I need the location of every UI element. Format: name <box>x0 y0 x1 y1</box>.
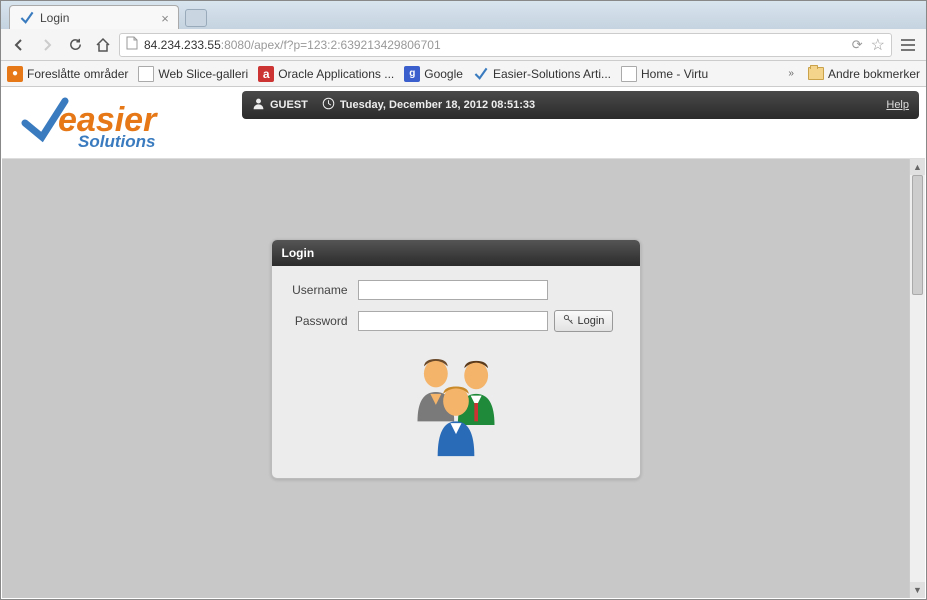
scroll-down-icon[interactable]: ▼ <box>910 582 925 598</box>
bookmarks-bar: ● Foreslåtte områder Web Slice-galleri a… <box>1 61 926 87</box>
username-input[interactable] <box>358 280 548 300</box>
bookmarks-overflow-button[interactable]: » <box>784 68 798 79</box>
password-label: Password <box>288 314 358 328</box>
bookmark-label: Web Slice-galleri <box>158 67 248 81</box>
main-area: Login Username Password Login <box>2 159 909 598</box>
user-icon <box>252 97 265 113</box>
back-button[interactable] <box>7 33 31 57</box>
app-header: easier Solutions GUEST Tuesday, December… <box>2 87 925 159</box>
browser-window: — ▭ ✕ Login × 84.234 <box>0 0 927 600</box>
other-bookmarks-folder[interactable]: Andre bokmerker <box>808 67 920 81</box>
login-button[interactable]: Login <box>554 310 614 332</box>
forward-button[interactable] <box>35 33 59 57</box>
logo: easier Solutions <box>2 87 242 158</box>
people-illustration <box>288 342 624 468</box>
user-label: GUEST <box>270 99 308 111</box>
chrome-menu-button[interactable] <box>896 33 920 57</box>
login-card-title: Login <box>272 240 640 266</box>
page-content: easier Solutions GUEST Tuesday, December… <box>2 87 925 598</box>
bookmark-icon <box>473 66 489 82</box>
scroll-thumb[interactable] <box>912 175 923 295</box>
username-label: Username <box>288 283 358 297</box>
datetime: Tuesday, December 18, 2012 08:51:33 <box>322 97 535 113</box>
login-card: Login Username Password Login <box>271 239 641 479</box>
bookmark-google[interactable]: g Google <box>404 66 463 82</box>
bookmark-webslice[interactable]: Web Slice-galleri <box>138 66 248 82</box>
bookmark-home-virtu[interactable]: Home - Virtu <box>621 66 708 82</box>
url-path: :8080/apex/f?p=123:2:639213429806701 <box>221 38 441 52</box>
folder-icon <box>808 67 824 80</box>
bookmark-label: Oracle Applications ... <box>278 67 394 81</box>
tab-favicon-icon <box>20 11 34 25</box>
browser-toolbar: 84.234.233.55:8080/apex/f?p=123:2:639213… <box>1 29 926 61</box>
refresh-in-omnibox-icon[interactable]: ⟳ <box>852 37 863 53</box>
bookmark-easier[interactable]: Easier-Solutions Arti... <box>473 66 611 82</box>
home-button[interactable] <box>91 33 115 57</box>
bookmark-label: Home - Virtu <box>641 67 708 81</box>
bookmark-foreslatte[interactable]: ● Foreslåtte områder <box>7 66 128 82</box>
key-icon <box>563 314 574 328</box>
bookmark-icon: a <box>258 66 274 82</box>
password-row: Password Login <box>288 310 624 332</box>
other-bookmarks-label: Andre bokmerker <box>828 67 920 81</box>
bookmark-star-icon[interactable]: ☆ <box>871 35 885 55</box>
reload-button[interactable] <box>63 33 87 57</box>
tab-title: Login <box>40 11 69 25</box>
tab-close-icon[interactable]: × <box>158 11 172 25</box>
bookmark-oracle[interactable]: a Oracle Applications ... <box>258 66 394 82</box>
new-tab-button[interactable] <box>185 9 207 27</box>
username-row: Username <box>288 280 624 300</box>
vertical-scrollbar[interactable]: ▲ ▼ <box>909 159 925 598</box>
scroll-up-icon[interactable]: ▲ <box>910 159 925 175</box>
tab-strip: Login × <box>1 1 926 29</box>
tab-login[interactable]: Login × <box>9 5 179 29</box>
bookmark-icon: ● <box>7 66 23 82</box>
bookmark-label: Foreslåtte områder <box>27 67 128 81</box>
datetime-text: Tuesday, December 18, 2012 08:51:33 <box>340 99 535 111</box>
document-icon <box>138 66 154 82</box>
clock-icon <box>322 97 335 113</box>
logo-text-bottom: Solutions <box>78 132 155 151</box>
address-bar[interactable]: 84.234.233.55:8080/apex/f?p=123:2:639213… <box>119 33 892 57</box>
bookmark-icon: g <box>404 66 420 82</box>
login-button-label: Login <box>578 315 605 327</box>
current-user: GUEST <box>252 97 308 113</box>
page-icon <box>126 36 140 53</box>
app-top-bar: GUEST Tuesday, December 18, 2012 08:51:3… <box>242 91 919 119</box>
document-icon <box>621 66 637 82</box>
bookmark-label: Google <box>424 67 463 81</box>
url-host: 84.234.233.55 <box>144 38 221 52</box>
password-input[interactable] <box>358 311 548 331</box>
bookmark-label: Easier-Solutions Arti... <box>493 67 611 81</box>
help-link[interactable]: Help <box>886 99 909 111</box>
